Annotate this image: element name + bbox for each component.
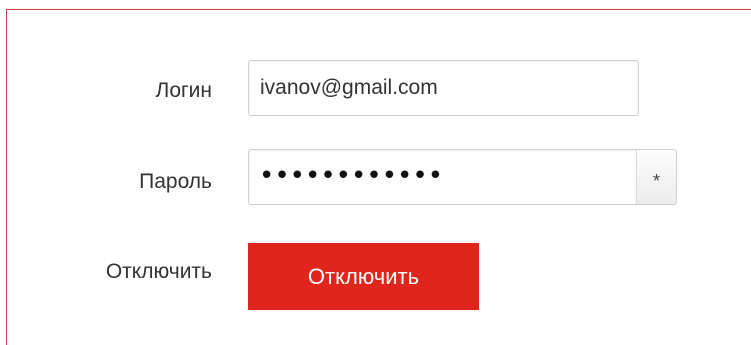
login-field[interactable]: ivanov@gmail.com — [248, 60, 639, 116]
login-label: Логин — [155, 79, 212, 102]
show-password-button[interactable]: * — [636, 149, 677, 205]
disable-button[interactable]: Отключить — [248, 243, 479, 310]
password-field[interactable]: •••••••••••• — [248, 149, 637, 205]
disable-label: Отключить — [105, 260, 212, 283]
password-masked-value: •••••••••••• — [259, 161, 444, 191]
password-label: Пароль — [139, 170, 212, 193]
login-value: ivanov@gmail.com — [260, 76, 438, 99]
password-group: •••••••••••• * — [248, 149, 677, 205]
asterisk-icon: * — [652, 170, 660, 191]
